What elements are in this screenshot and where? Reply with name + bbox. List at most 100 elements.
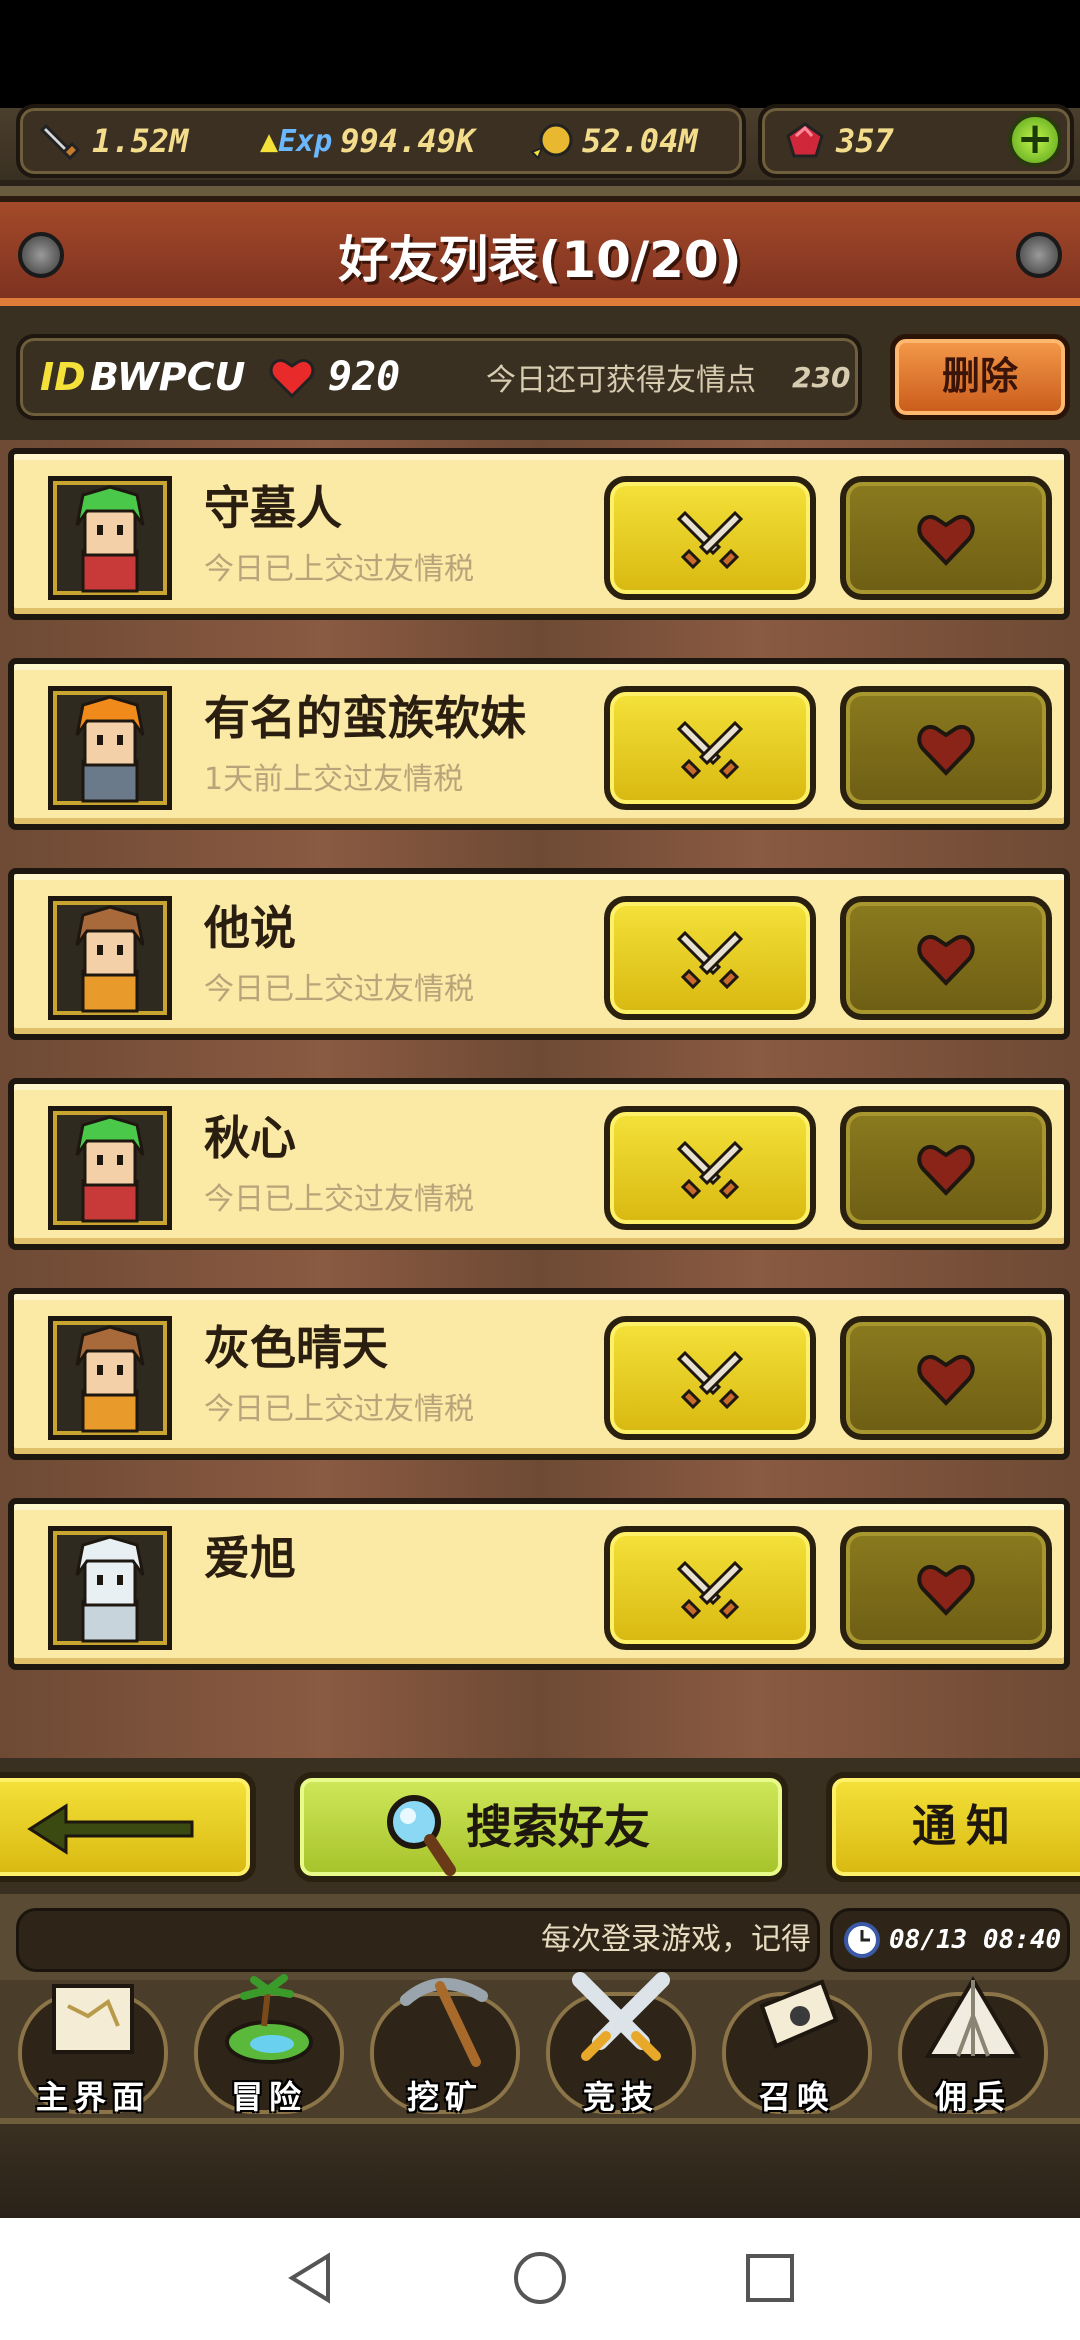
scroll-map-icon: [52, 1984, 134, 2054]
friend-avatar[interactable]: [48, 1316, 172, 1440]
notice-button[interactable]: 通知: [826, 1772, 1080, 1882]
player-id: BWPCU: [90, 355, 246, 399]
nav-item[interactable]: 主界面: [8, 1966, 178, 2124]
friend-status: 今日已上交过友情税: [204, 1182, 474, 1217]
sword-icon: [39, 123, 81, 161]
crossed-swords-icon: [676, 1560, 744, 1620]
resource-panel: 1.52M ▲Exp 994.49K 52.04M: [16, 104, 746, 178]
arrow-left-icon: [27, 1803, 194, 1855]
nav-label: 冒险: [230, 2078, 307, 2116]
friend-row[interactable]: 灰色晴天今日已上交过友情税: [8, 1288, 1070, 1460]
friend-avatar[interactable]: [48, 1526, 172, 1650]
notice-label: 通知: [912, 1801, 1020, 1852]
friend-name: 他说: [204, 901, 296, 955]
clock-icon: [844, 1922, 880, 1958]
bolt-icon: [1016, 232, 1062, 278]
crossed-swords-icon: [572, 1972, 670, 2061]
heart-icon: [917, 515, 975, 566]
send-heart-button[interactable]: [840, 1316, 1052, 1440]
clock-text: 08/13 08:40: [889, 1925, 1062, 1955]
nav-item[interactable]: 召唤: [712, 1966, 882, 2124]
friend-avatar[interactable]: [48, 686, 172, 810]
remaining-value: 230: [792, 360, 851, 394]
exp-icon: ▲Exp: [260, 123, 333, 159]
game-bottom-frame: [0, 2118, 1080, 2218]
nav-item[interactable]: 竞技: [536, 1966, 706, 2124]
heart-icon: [917, 1145, 975, 1196]
send-heart-button[interactable]: [840, 686, 1052, 810]
heart-icon: [917, 935, 975, 986]
news-ticker: 每次登录游戏，记得: [16, 1908, 820, 1972]
crossed-swords-icon: [676, 1350, 744, 1410]
player-info-row: ID BWPCU 920 今日还可获得友情点 230: [16, 334, 862, 420]
nav-label: 竞技: [582, 2078, 659, 2116]
add-gems-button[interactable]: +: [1008, 113, 1062, 167]
nav-item[interactable]: 佣兵: [888, 1966, 1058, 2124]
heart-icon: [917, 1355, 975, 1406]
challenge-button[interactable]: [604, 686, 816, 810]
heart-icon: [269, 359, 315, 399]
friend-status: 今日已上交过友情税: [204, 972, 474, 1007]
gem-value: 357: [836, 122, 894, 160]
friend-avatar[interactable]: [48, 1106, 172, 1230]
id-prefix: ID: [40, 355, 86, 399]
friend-name: 灰色晴天: [204, 1321, 388, 1375]
send-heart-button[interactable]: [840, 1526, 1052, 1650]
challenge-button[interactable]: [604, 896, 816, 1020]
tent-icon: [924, 1976, 1022, 2058]
challenge-button[interactable]: [604, 476, 816, 600]
ticker-text: 每次登录游戏，记得: [541, 1922, 811, 1957]
gem-panel: 357 +: [758, 104, 1074, 178]
gem-resource: 357: [782, 108, 894, 174]
challenge-button[interactable]: [604, 1106, 816, 1230]
gold-resource: 52.04M: [528, 108, 698, 174]
search-label: 搜索好友: [466, 1800, 650, 1854]
friend-status: 1天前上交过友情税: [204, 762, 464, 797]
back-triangle-icon[interactable]: [280, 2248, 340, 2308]
friend-name: 守墓人: [204, 481, 342, 535]
back-button[interactable]: [0, 1772, 256, 1882]
friend-row[interactable]: 秋心今日已上交过友情税: [8, 1078, 1070, 1250]
friend-list[interactable]: 守墓人 今日已上交过友情税 有名的蛮族软妹 1天前上交过友情税 他说 今日已上交过友情税秋…: [0, 448, 1080, 1758]
exp-resource: ▲Exp 994.49K: [260, 108, 475, 174]
crossed-swords-icon: [676, 510, 744, 570]
nav-item[interactable]: 挖矿: [360, 1966, 530, 2124]
friend-row[interactable]: 守墓人 今日已上交过友情税: [8, 448, 1070, 620]
clock: 08/13 08:40: [830, 1908, 1070, 1972]
delete-button[interactable]: 删除: [890, 334, 1070, 420]
friend-row[interactable]: 爱旭: [8, 1498, 1070, 1670]
home-circle-icon[interactable]: [510, 2248, 570, 2308]
page-title: 好友列表(10/20): [338, 231, 742, 289]
heart-count: 920: [328, 354, 401, 400]
friend-name: 爱旭: [204, 1531, 296, 1585]
nav-label: 挖矿: [406, 2078, 483, 2116]
island-icon: [225, 1974, 313, 2064]
crossed-swords-icon: [676, 720, 744, 780]
search-friend-button[interactable]: 搜索好友: [294, 1772, 788, 1882]
friend-row[interactable]: 他说今日已上交过友情税: [8, 868, 1070, 1040]
crossed-swords-icon: [676, 1140, 744, 1200]
friend-avatar[interactable]: [48, 896, 172, 1020]
heart-icon: [917, 1565, 975, 1616]
recents-square-icon[interactable]: [740, 2248, 800, 2308]
challenge-button[interactable]: [604, 1316, 816, 1440]
friend-row[interactable]: 有名的蛮族软妹 1天前上交过友情税: [8, 658, 1070, 830]
send-heart-button[interactable]: [840, 476, 1052, 600]
summon-scroll-icon: [759, 1979, 839, 2049]
friend-name: 有名的蛮族软妹: [204, 691, 526, 745]
challenge-button[interactable]: [604, 1526, 816, 1650]
system-nav-bar: [0, 2218, 1080, 2340]
exp-value: 994.49K: [340, 122, 476, 160]
pickaxe-icon: [400, 1978, 488, 2067]
friend-name: 秋心: [204, 1111, 296, 1165]
friend-avatar[interactable]: [48, 476, 172, 600]
friend-status: 今日已上交过友情税: [204, 1392, 474, 1427]
send-heart-button[interactable]: [840, 896, 1052, 1020]
title-banner: 好友列表(10/20): [0, 196, 1080, 306]
nav-label: 主界面: [35, 2078, 150, 2116]
nav-item[interactable]: 冒险: [184, 1966, 354, 2124]
plus-icon: +: [1016, 113, 1054, 164]
send-heart-button[interactable]: [840, 1106, 1052, 1230]
gold-coin-icon: [530, 123, 573, 160]
magnifier-icon: [387, 1795, 456, 1876]
